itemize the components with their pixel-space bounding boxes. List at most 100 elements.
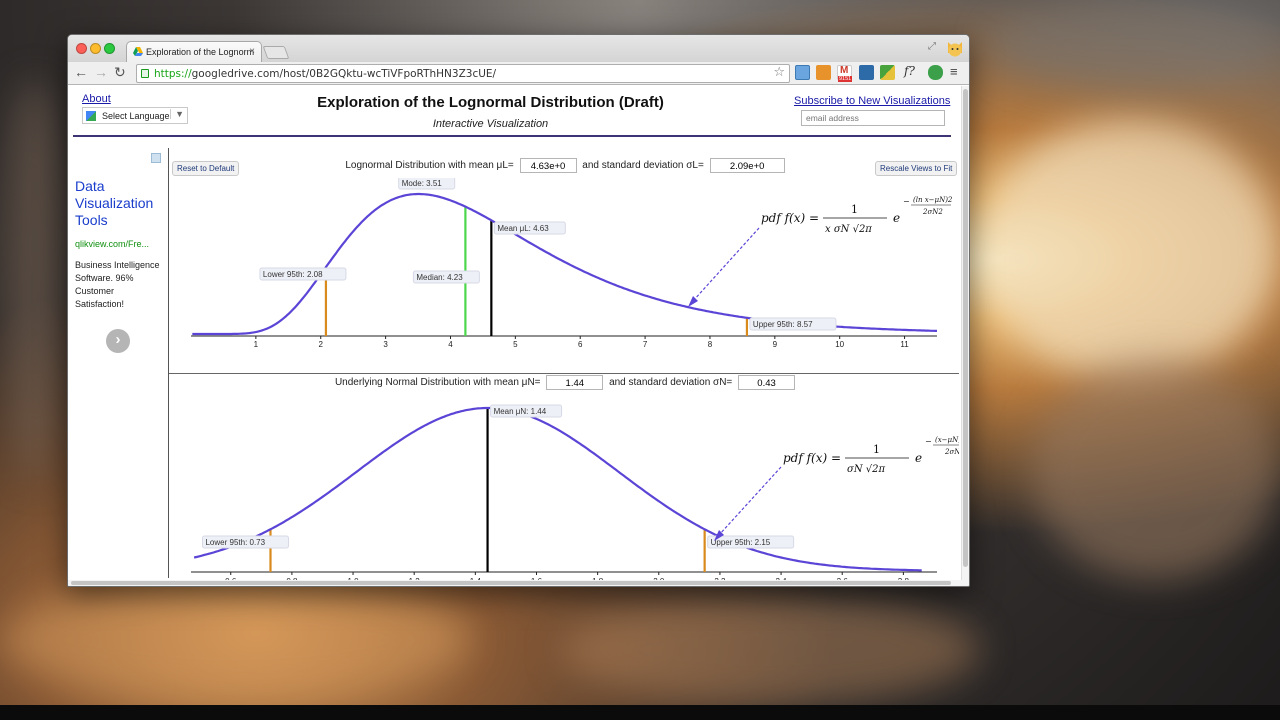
lower-95-label: Lower 95th: 2.08	[263, 270, 323, 279]
gmail-icon[interactable]: M 9151	[837, 65, 853, 82]
back-icon[interactable]: ←	[74, 64, 88, 80]
x-tick-label: 2	[319, 340, 324, 349]
page-subtitle: Interactive Visualization	[432, 118, 549, 130]
ad-title[interactable]: Data Visualization Tools	[75, 178, 165, 229]
formula-e: e	[893, 211, 900, 225]
x-tick-label: 9	[773, 340, 778, 349]
lognormal-sd-input[interactable]	[709, 158, 785, 173]
formula-lead: pdf f(x) =	[761, 211, 819, 225]
formula-exp-numerator: (x−μN)2	[935, 436, 959, 444]
lognormal-label: Lognormal Distribution with mean μL=	[345, 160, 514, 172]
browser-window: Exploration of the Lognorm × ⤢ ← → ↻ htt…	[67, 34, 970, 587]
lognormal-params: Lognormal Distribution with mean μL= and…	[169, 158, 964, 173]
lognormal-sd-label: and standard deviation σL=	[582, 160, 704, 172]
google-drive-icon	[133, 47, 143, 56]
extension-icon-7[interactable]	[928, 65, 943, 80]
fullscreen-icon[interactable]: ⤢	[928, 41, 936, 52]
lower-95-label: Lower 95th: 0.73	[205, 538, 265, 547]
upper-95-label: Upper 95th: 2.15	[711, 538, 771, 547]
tab-strip: Exploration of the Lognorm × ⤢	[68, 35, 969, 63]
x-tick-label: 5	[513, 340, 518, 349]
mean-label: Mean μL: 4.63	[497, 224, 549, 233]
subscribe-link[interactable]: Subscribe to New Visualizations	[794, 95, 950, 107]
vertical-scroll-thumb[interactable]	[963, 89, 968, 567]
reload-icon[interactable]: ↻	[114, 64, 126, 81]
formula-exp-sign: −	[903, 197, 910, 206]
normal-label: Underlying Normal Distribution with mean…	[334, 377, 541, 389]
x-tick-label: 4	[448, 340, 453, 349]
formula-denominator: σN √2π	[847, 464, 885, 475]
x-tick-label: 10	[835, 340, 844, 349]
tab-close-icon[interactable]: ×	[249, 46, 255, 57]
median-label: Median: 4.23	[416, 273, 463, 282]
user-avatar-icon[interactable]	[945, 38, 965, 58]
formula-arrow	[692, 227, 760, 302]
formula-numerator: 1	[851, 203, 858, 216]
normal-params: Underlying Normal Distribution with mean…	[169, 375, 964, 390]
mode-label: Mode: 3.51	[402, 179, 443, 188]
upper-95-label: Upper 95th: 8.57	[753, 320, 813, 329]
x-tick-label: 11	[900, 340, 909, 349]
x-tick-label: 1	[254, 340, 259, 349]
lock-icon	[141, 69, 149, 78]
pdf-formula: pdf f(x) = 1 x σN √2π e− (ln x−μN)2 2σN2	[761, 196, 953, 235]
address-bar[interactable]: https://googledrive.com/host/0B2GQktu-wc…	[136, 64, 790, 83]
formula-denominator: x σN √2π	[825, 224, 872, 235]
ad-url[interactable]: qlikview.com/Fre...	[75, 239, 149, 249]
x-tick-label: 7	[643, 340, 648, 349]
page-title: Exploration of the Lognormal Distributio…	[317, 94, 664, 111]
horizontal-scroll-thumb[interactable]	[71, 581, 951, 585]
x-tick-label: 6	[578, 340, 583, 349]
ad-choices-icon[interactable]	[151, 153, 161, 163]
pdf-formula: pdf f(x) = 1 σN √2π e−(x−μN)2 2σN2	[783, 436, 959, 475]
extension-icon-5[interactable]	[880, 65, 895, 80]
formula-extension-icon[interactable]: f?	[904, 64, 915, 78]
normal-plot[interactable]: 0.60.81.01.21.41.61.82.02.22.42.62.8Lowe…	[169, 395, 959, 585]
extension-icon-1[interactable]	[795, 65, 810, 80]
vertical-scrollbar[interactable]	[961, 86, 969, 584]
new-tab-button[interactable]	[262, 46, 290, 59]
mean-label: Mean μN: 1.44	[494, 407, 547, 416]
normal-mean-input[interactable]	[546, 375, 604, 390]
ad-body: Business Intelligence Software. 96% Cust…	[75, 260, 160, 309]
url-text: googledrive.com/host/0B2GQktu-wcTiVFpoRT…	[191, 68, 497, 80]
horizontal-scrollbar[interactable]	[68, 580, 969, 586]
plot-divider	[169, 373, 959, 374]
series-line-normal	[193, 406, 922, 572]
browser-toolbar: ← → ↻ https://googledrive.com/host/0B2GQ…	[68, 62, 969, 85]
x-tick-label: 3	[383, 340, 388, 349]
extension-icon-4[interactable]	[859, 65, 874, 80]
formula-exp-numerator: (ln x−μN)2	[913, 196, 953, 204]
formula-lead: pdf f(x) =	[783, 451, 841, 465]
tab-title: Exploration of the Lognorm	[146, 47, 255, 57]
formula-exp-denominator: 2σN2	[944, 448, 959, 456]
formula-numerator: 1	[873, 443, 880, 456]
browser-tab[interactable]: Exploration of the Lognorm ×	[126, 41, 262, 63]
formula-e: e	[915, 451, 922, 465]
normal-sd-input[interactable]	[738, 375, 796, 390]
bookmark-star-icon[interactable]: ☆	[773, 65, 785, 80]
x-tick-label: 8	[708, 340, 713, 349]
close-window-button[interactable]	[76, 43, 87, 54]
formula-arrowhead	[688, 296, 698, 307]
lognormal-plot[interactable]: 1 2 3 4 5 6 7 8 9 10 11 Mode: 3.51 Lower 95th: 2.08 M…	[169, 178, 959, 363]
gmail-badge: 9151	[838, 76, 853, 82]
formula-exp-denominator: 2σN2	[922, 208, 943, 216]
zoom-window-button[interactable]	[104, 43, 115, 54]
desktop-dock-strip	[0, 705, 1280, 720]
minimize-window-button[interactable]	[90, 43, 101, 54]
extension-icon-2[interactable]	[816, 65, 831, 80]
lognormal-mean-input[interactable]	[519, 158, 577, 173]
menu-icon[interactable]: ≡	[950, 64, 958, 79]
formula-exp-sign: −	[925, 437, 932, 446]
ad-next-button[interactable]: ›	[106, 329, 130, 353]
email-field[interactable]	[801, 110, 945, 126]
normal-sd-label: and standard deviation σN=	[609, 377, 733, 389]
forward-icon[interactable]: →	[94, 64, 108, 80]
ad-panel: Data Visualization Tools qlikview.com/Fr…	[68, 146, 166, 582]
page-content: About Select Language ▼ Exploration of t…	[68, 86, 964, 585]
series-line-lognormal	[192, 192, 937, 336]
formula-arrow	[718, 466, 782, 536]
url-scheme: https://	[154, 68, 192, 80]
header-divider	[73, 135, 951, 137]
